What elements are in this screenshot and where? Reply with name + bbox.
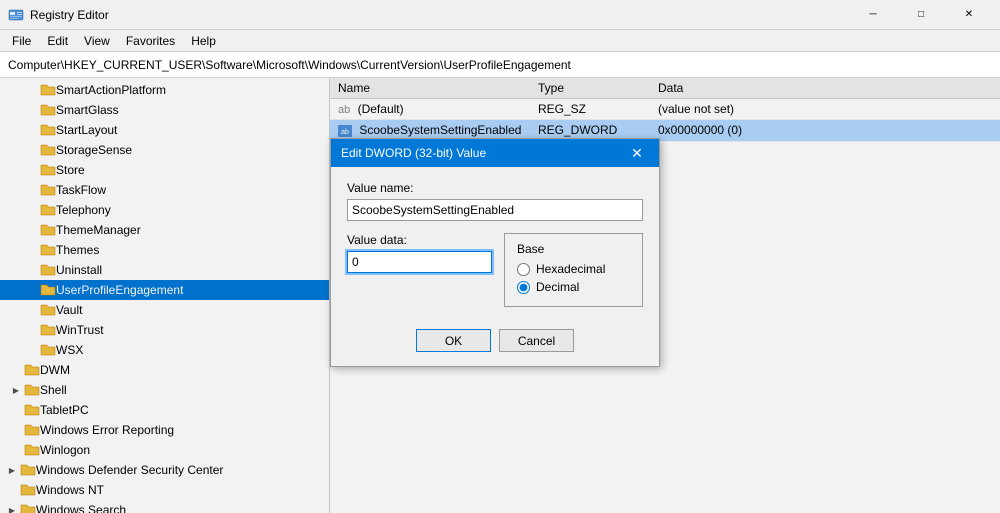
value-data-label: Value data: [347, 233, 492, 247]
app-icon [8, 7, 24, 23]
ok-button[interactable]: OK [416, 329, 491, 352]
close-button[interactable]: ✕ [946, 0, 992, 30]
edit-dword-dialog: Edit DWORD (32-bit) Value ✕ Value name: … [330, 138, 660, 367]
value-data-input[interactable] [347, 251, 492, 273]
dialog-title-text: Edit DWORD (32-bit) Value [341, 146, 625, 160]
menu-help[interactable]: Help [183, 30, 224, 51]
title-bar-controls: ─ □ ✕ [850, 0, 992, 30]
minimize-button[interactable]: ─ [850, 0, 896, 30]
base-label: Base [517, 242, 630, 256]
radio-dec-label: Decimal [536, 280, 579, 294]
radio-hexadecimal[interactable]: Hexadecimal [517, 262, 630, 276]
dialog-row: Value data: Base Hexadecimal Decimal [347, 233, 643, 307]
value-name-label: Value name: [347, 181, 643, 195]
menu-view[interactable]: View [76, 30, 118, 51]
menu-favorites[interactable]: Favorites [118, 30, 183, 51]
modal-overlay: Edit DWORD (32-bit) Value ✕ Value name: … [0, 78, 1000, 513]
menu-bar: File Edit View Favorites Help [0, 30, 1000, 52]
menu-edit[interactable]: Edit [39, 30, 76, 51]
address-path: Computer\HKEY_CURRENT_USER\Software\Micr… [8, 58, 571, 72]
maximize-button[interactable]: □ [898, 0, 944, 30]
dialog-title-bar: Edit DWORD (32-bit) Value ✕ [331, 139, 659, 167]
radio-decimal[interactable]: Decimal [517, 280, 630, 294]
menu-file[interactable]: File [4, 30, 39, 51]
radio-hex-label: Hexadecimal [536, 262, 605, 276]
radio-dec-input[interactable] [517, 281, 530, 294]
value-data-section: Value data: [347, 233, 492, 273]
title-bar-text: Registry Editor [30, 8, 850, 22]
address-bar: Computer\HKEY_CURRENT_USER\Software\Micr… [0, 52, 1000, 78]
base-section: Base Hexadecimal Decimal [504, 233, 643, 307]
dialog-close-button[interactable]: ✕ [625, 141, 649, 165]
dialog-body: Value name: Value data: Base Hexadecimal… [331, 167, 659, 321]
value-name-input[interactable] [347, 199, 643, 221]
dialog-buttons: OK Cancel [331, 321, 659, 366]
title-bar: Registry Editor ─ □ ✕ [0, 0, 1000, 30]
radio-hex-input[interactable] [517, 263, 530, 276]
cancel-button[interactable]: Cancel [499, 329, 574, 352]
